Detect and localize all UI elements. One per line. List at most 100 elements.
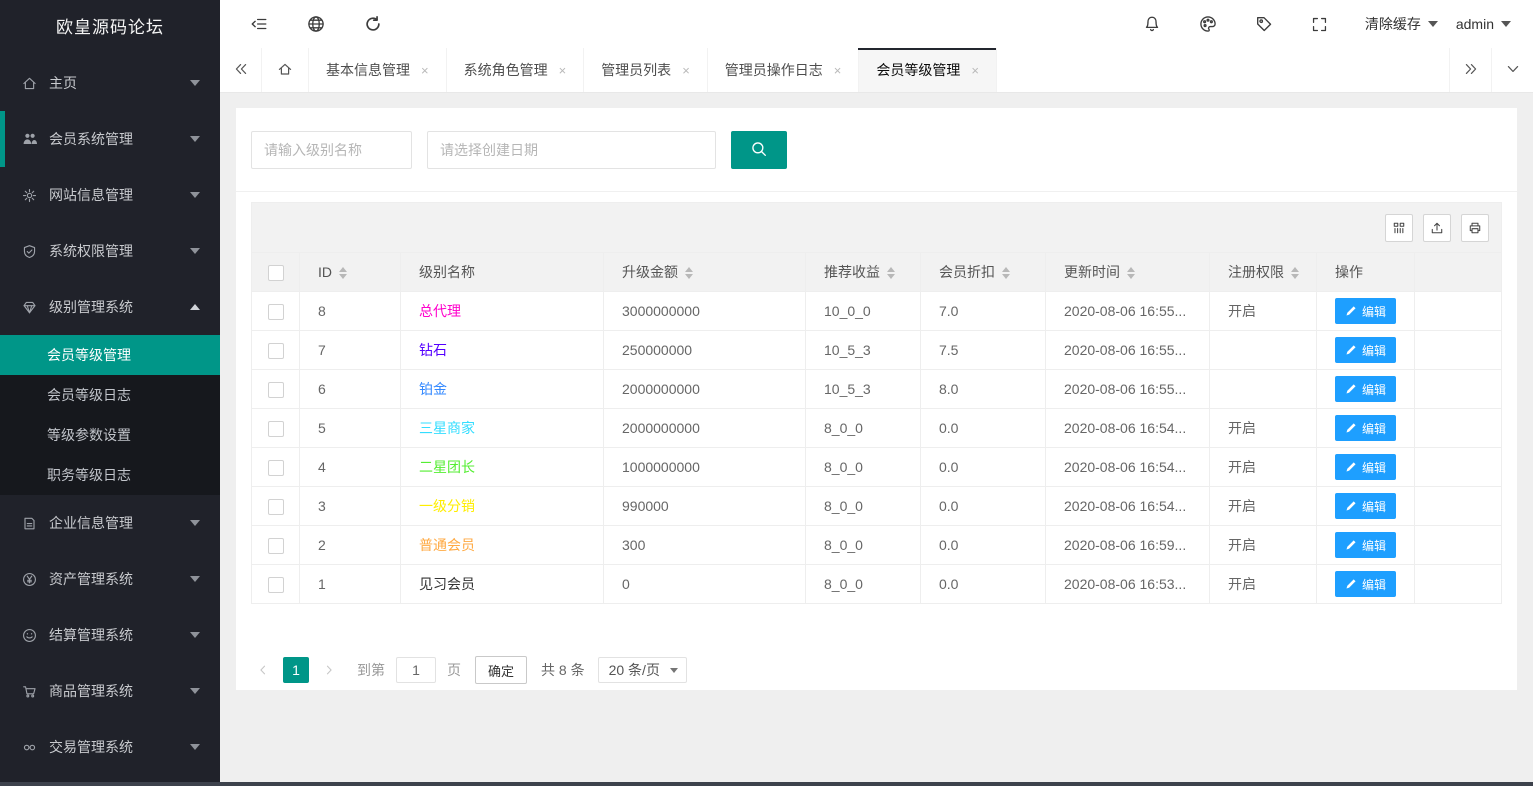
tag-icon[interactable] bbox=[1236, 15, 1292, 33]
sidebar-item[interactable]: 系统权限管理 bbox=[0, 223, 220, 279]
row-checkbox[interactable] bbox=[267, 498, 284, 515]
tab[interactable]: 会员等级管理 × bbox=[858, 48, 997, 92]
page-size-label: 20 条/页 bbox=[608, 662, 660, 678]
edit-button[interactable]: 编辑 bbox=[1335, 454, 1397, 480]
select-all-checkbox[interactable] bbox=[267, 264, 284, 281]
tab[interactable]: 管理员操作日志 × bbox=[708, 48, 860, 92]
edit-button[interactable]: 编辑 bbox=[1335, 493, 1397, 519]
row-checkbox[interactable] bbox=[267, 459, 284, 476]
edit-button-label: 编辑 bbox=[1362, 499, 1387, 514]
cell-level-name: 钻石 bbox=[400, 330, 604, 370]
cell-level-name: 普通会员 bbox=[400, 525, 604, 565]
cell-referral-income: 10_5_3 bbox=[805, 330, 921, 370]
caret-down-icon bbox=[190, 136, 200, 142]
row-checkbox[interactable] bbox=[267, 576, 284, 593]
print-icon[interactable] bbox=[1461, 213, 1489, 242]
edit-button-label: 编辑 bbox=[1362, 343, 1387, 358]
tab-close-icon[interactable]: × bbox=[559, 64, 567, 77]
table-header-row: ID 级别名称 升级金额 推荐收益 会员折扣 更新时间 注册权限 操作 bbox=[251, 252, 1502, 292]
column-header-label: 级别名称 bbox=[419, 264, 475, 280]
sort-icon[interactable] bbox=[1002, 267, 1010, 280]
cell-member-discount: 0.0 bbox=[920, 525, 1046, 565]
row-checkbox[interactable] bbox=[267, 342, 284, 359]
member-level-table: ID 级别名称 升级金额 推荐收益 会员折扣 更新时间 注册权限 操作 8 总代理 3000000… bbox=[251, 252, 1502, 604]
bell-icon[interactable] bbox=[1124, 15, 1180, 33]
sidebar-item[interactable]: 企业信息管理 bbox=[0, 495, 220, 551]
tab-home[interactable] bbox=[262, 48, 309, 92]
row-checkbox[interactable] bbox=[267, 537, 284, 554]
tab[interactable]: 系统角色管理 × bbox=[447, 48, 585, 92]
sidebar-subitem[interactable]: 会员等级日志 bbox=[0, 375, 220, 415]
current-page-button[interactable]: 1 bbox=[283, 657, 309, 683]
tab-close-icon[interactable]: × bbox=[971, 64, 979, 77]
table-row: 3 一级分销 990000 8_0_0 0.0 2020-08-06 16:54... 开启… bbox=[251, 486, 1502, 526]
sidebar-item[interactable]: 资产管理系统 bbox=[0, 551, 220, 607]
cell-update-time: 2020-08-06 16:55... bbox=[1045, 369, 1210, 409]
export-icon[interactable] bbox=[1423, 213, 1451, 242]
sidebar-item[interactable]: 商品管理系统 bbox=[0, 663, 220, 719]
infinity-icon bbox=[21, 739, 38, 756]
row-checkbox[interactable] bbox=[267, 381, 284, 398]
next-page-button[interactable] bbox=[317, 657, 341, 683]
edit-button[interactable]: 编辑 bbox=[1335, 415, 1397, 441]
cell-upgrade-amount: 2000000000 bbox=[603, 408, 806, 448]
sidebar-item[interactable]: 网站信息管理 bbox=[0, 167, 220, 223]
edit-button[interactable]: 编辑 bbox=[1335, 298, 1397, 324]
edit-button[interactable]: 编辑 bbox=[1335, 571, 1397, 597]
page-size-select[interactable]: 20 条/页 bbox=[597, 657, 687, 683]
content-area: ID 级别名称 升级金额 推荐收益 会员折扣 更新时间 注册权限 操作 8总代理3000000… bbox=[220, 93, 1533, 782]
row-checkbox[interactable] bbox=[267, 303, 284, 320]
cell-referral-income: 8_0_0 bbox=[805, 486, 921, 526]
tabs-scroll-left-button[interactable] bbox=[220, 48, 262, 92]
tabs-menu-button[interactable] bbox=[1491, 48, 1533, 92]
user-menu[interactable]: admin bbox=[1456, 16, 1511, 32]
pencil-icon bbox=[1345, 383, 1357, 395]
tab[interactable]: 管理员列表 × bbox=[584, 48, 708, 92]
tab-close-icon[interactable]: × bbox=[834, 64, 842, 77]
sidebar-item-label: 主页 bbox=[49, 75, 77, 91]
sort-icon[interactable] bbox=[1127, 267, 1135, 280]
sort-icon[interactable] bbox=[887, 267, 895, 280]
globe-icon[interactable] bbox=[307, 15, 325, 33]
collapse-menu-icon[interactable] bbox=[250, 15, 268, 33]
goto-page-input[interactable] bbox=[396, 657, 436, 683]
sidebar-subitem[interactable]: 会员等级管理 bbox=[0, 335, 220, 375]
sort-icon[interactable] bbox=[339, 267, 347, 280]
level-name-input[interactable] bbox=[251, 131, 412, 169]
tab-close-icon[interactable]: × bbox=[682, 64, 690, 77]
row-checkbox[interactable] bbox=[267, 420, 284, 437]
clear-cache-button[interactable]: 清除缓存 bbox=[1365, 14, 1438, 34]
sidebar-item[interactable]: 主页 bbox=[0, 55, 220, 111]
column-header-label: 注册权限 bbox=[1228, 264, 1284, 280]
prev-page-button[interactable] bbox=[251, 657, 275, 683]
create-date-input[interactable] bbox=[427, 131, 716, 169]
sidebar-subitem[interactable]: 职务等级日志 bbox=[0, 455, 220, 495]
pencil-icon bbox=[1345, 344, 1357, 356]
tab[interactable]: 基本信息管理 × bbox=[309, 48, 447, 92]
sidebar-item[interactable]: 级别管理系统 bbox=[0, 279, 220, 335]
edit-button[interactable]: 编辑 bbox=[1335, 376, 1397, 402]
cell-id: 1 bbox=[299, 564, 401, 604]
refresh-icon[interactable] bbox=[364, 15, 382, 33]
edit-button[interactable]: 编辑 bbox=[1335, 337, 1397, 363]
total-count-label: 共 8 条 bbox=[541, 662, 585, 678]
sidebar-item[interactable]: 会员系统管理 bbox=[0, 111, 220, 167]
pagination: 1 到第 页 确定 共 8 条 20 条/页 bbox=[251, 656, 1502, 684]
tabs-scroll-right-button[interactable] bbox=[1449, 48, 1491, 92]
window-bottom-strip bbox=[0, 782, 1533, 786]
sidebar-item[interactable]: 结算管理系统 bbox=[0, 607, 220, 663]
tab-close-icon[interactable]: × bbox=[421, 64, 429, 77]
palette-icon[interactable] bbox=[1180, 15, 1236, 33]
fullscreen-icon[interactable] bbox=[1292, 16, 1347, 33]
goto-confirm-button[interactable]: 确定 bbox=[475, 656, 528, 684]
edit-button[interactable]: 编辑 bbox=[1335, 532, 1397, 558]
sidebar-subitem[interactable]: 等级参数设置 bbox=[0, 415, 220, 455]
search-button[interactable] bbox=[731, 131, 787, 169]
columns-icon[interactable] bbox=[1385, 213, 1413, 242]
sort-icon[interactable] bbox=[1291, 267, 1299, 280]
cell-upgrade-amount: 990000 bbox=[603, 486, 806, 526]
sidebar-item[interactable]: 交易管理系统 bbox=[0, 719, 220, 775]
sort-icon[interactable] bbox=[685, 267, 693, 280]
chevron-down-icon bbox=[1505, 61, 1521, 80]
cell-referral-income: 8_0_0 bbox=[805, 564, 921, 604]
